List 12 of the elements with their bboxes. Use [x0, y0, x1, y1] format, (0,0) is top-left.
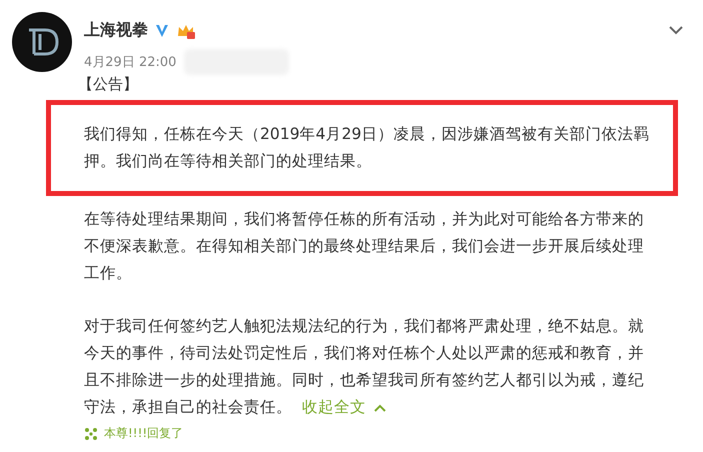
sparkle-icon [84, 426, 98, 440]
collapse-link[interactable]: 收起全文 [302, 398, 366, 416]
post-paragraph: 在等待处理结果期间，我们将暂停任栋的所有活动，并为此对可能给各方带来的不便深表歉意。在得知相关部门的最终处理结果后，我们会进一步开展后续处理工作。 [84, 209, 645, 284]
post-tag-text: 【公告】 [78, 75, 139, 94]
chevron-up-icon[interactable] [374, 404, 386, 412]
author-name[interactable]: 上海视拳 [84, 20, 148, 41]
post-time[interactable]: 4月29日 22:00 [84, 53, 176, 71]
avatar-logo-icon[interactable] [12, 12, 72, 72]
highlighted-paragraph: 我们得知，任栋在今天（2019年4月29日）凌晨，因涉嫌酒驾被有关部门依法羁押。我们尚在等待相关部门的处理结果。 [84, 124, 650, 172]
reply-note[interactable]: 本尊!!!!回复了 [104, 425, 184, 442]
post-paragraph: 对于我司任何签约艺人触犯法规法纪的行为，我们都将严肃处理，绝不姑息。就今天的事件，待司法处罚定性后，我们将对任栋个人处以严肃的惩戒和教育，并且不排除进一步的处理措施。同时，也希望我司所有签约艺人都引以为戒，遵纪守法，承担自己的社会责任。 收起全文 [84, 316, 645, 418]
chevron-down-icon[interactable] [669, 26, 683, 35]
